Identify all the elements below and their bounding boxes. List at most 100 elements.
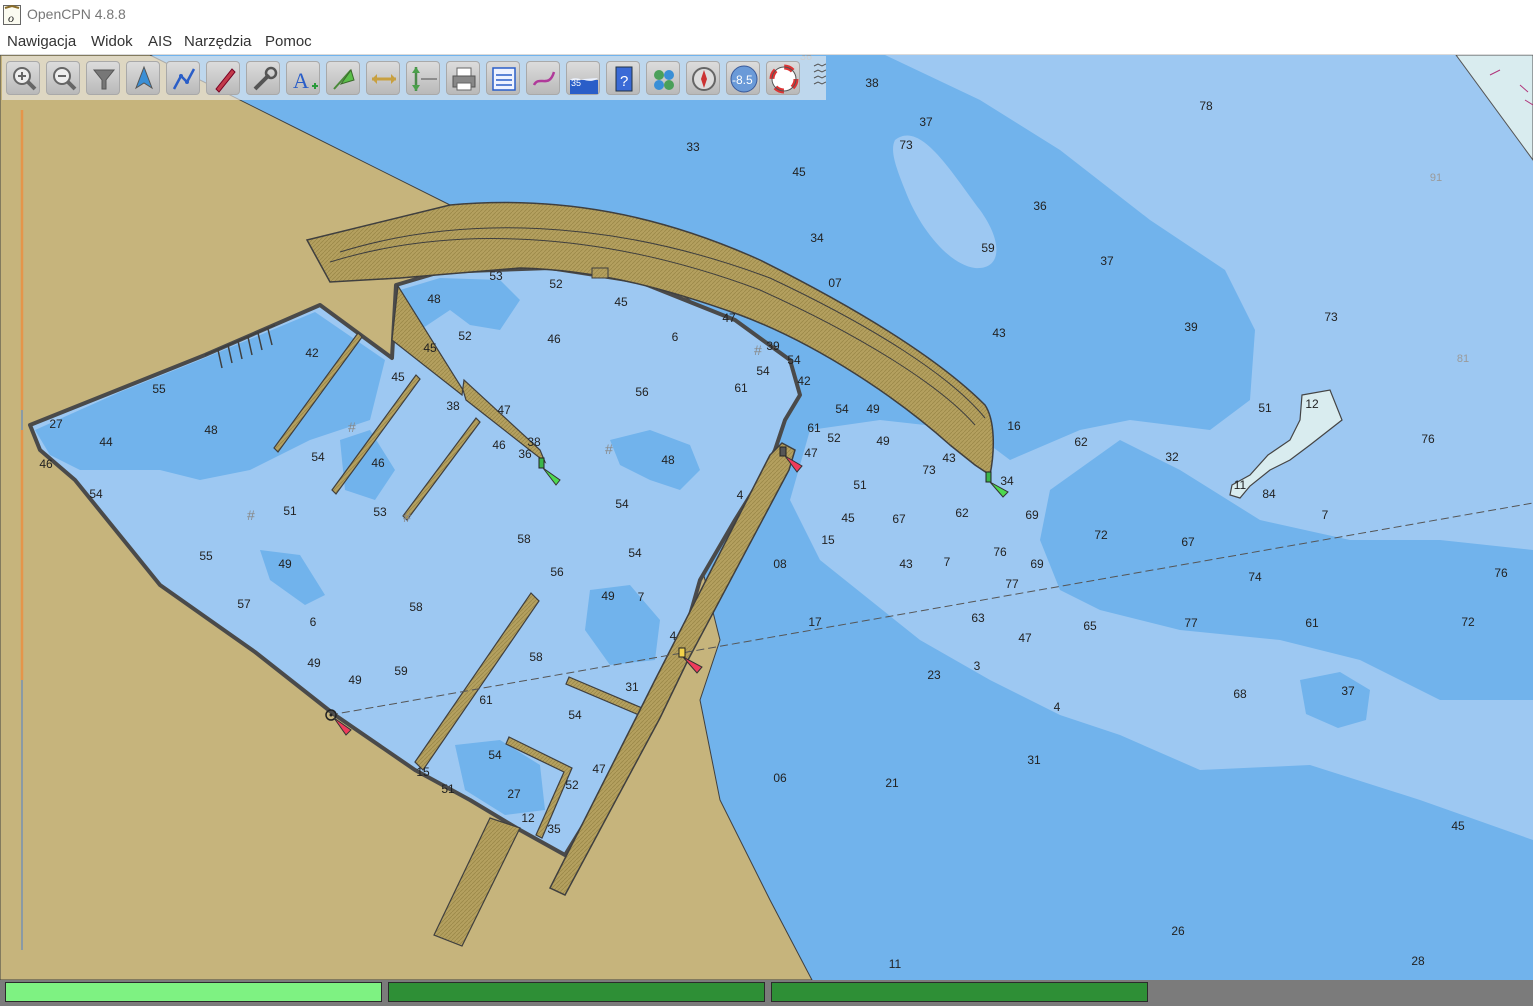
- auto-follow-button[interactable]: [206, 61, 240, 95]
- depth-sounding-117: 06: [773, 771, 787, 785]
- depth-sounding-77: 54: [628, 546, 642, 560]
- depth-sounding-36: 51: [1258, 401, 1272, 415]
- depth-sounding-78: 76: [993, 545, 1007, 559]
- depth-sounding-39: 48: [204, 423, 218, 437]
- depth-sounding-84: 56: [550, 565, 564, 579]
- ship-icon: [215, 68, 236, 93]
- help-book-icon: ?: [615, 66, 633, 92]
- depth-button[interactable]: 35: [566, 61, 600, 95]
- route-icon: [172, 68, 196, 90]
- depth-sounding-68: 69: [1025, 508, 1039, 522]
- depth-sounding-73: 58: [517, 532, 531, 546]
- depth-sounding-17: 39: [1184, 320, 1198, 334]
- status-field-2: [388, 982, 765, 1002]
- nautical-chart[interactable]: # # # # # 383733 7378453634593707535248 …: [0, 55, 1533, 980]
- depth-sounding-55: 46: [39, 457, 53, 471]
- layers-button[interactable]: [646, 61, 680, 95]
- depth-sounding-86: 74: [1248, 570, 1262, 584]
- chart-canvas[interactable]: # # # # # 38 37 33 73 78 45 36 34 59 37 …: [0, 55, 1533, 980]
- depth-sounding-30: 61: [734, 381, 748, 395]
- chart-quilt-button[interactable]: [86, 61, 120, 95]
- depth-sounding-23: 45: [423, 341, 437, 355]
- zoom-in-button[interactable]: [6, 61, 40, 95]
- toolbar-grip-icon[interactable]: [812, 62, 826, 92]
- route-manager-button[interactable]: [486, 61, 520, 95]
- depth-sounding-121: 27: [507, 787, 521, 801]
- compass-button[interactable]: [686, 61, 720, 95]
- depth-sounding-29: 55: [152, 382, 166, 396]
- depth-sounding-71: 67: [892, 512, 906, 526]
- svg-text:-8.5: -8.5: [732, 73, 753, 87]
- depth-sounding-75: 67: [1181, 535, 1195, 549]
- depth-sounding-48: 76: [1421, 432, 1435, 446]
- depth-sounding-16: 73: [1324, 310, 1338, 324]
- depth-sounding-57: 43: [942, 451, 956, 465]
- depth-sounding-105: 23: [927, 668, 941, 682]
- depth-sounding-98: 72: [1461, 615, 1475, 629]
- depth-sounding-32: 38: [446, 399, 460, 413]
- depth-sounding-6: 36: [1033, 199, 1047, 213]
- depth-sounding-54: 32: [1165, 450, 1179, 464]
- menu-bar: Nawigacja Widok AIS Narzędzia Pomoc: [0, 30, 1533, 55]
- lifebuoy-icon: [769, 64, 799, 94]
- depth-sounding-89: 7: [638, 590, 645, 604]
- svg-text:A: A: [293, 68, 309, 93]
- track-icon: [532, 71, 556, 86]
- depth-sounding-66: 53: [373, 505, 387, 519]
- status-field-3: [771, 982, 1148, 1002]
- depth-sounding-64: 54: [615, 497, 629, 511]
- center-boat-button[interactable]: [126, 61, 160, 95]
- menu-pomoc[interactable]: Pomoc: [265, 33, 312, 50]
- depth-sounding-90: 57: [237, 597, 251, 611]
- printer-icon: [452, 67, 476, 91]
- depth-sounding-116: 15: [416, 765, 430, 779]
- depth-sounding-21: 46: [547, 332, 561, 346]
- mob-button[interactable]: [766, 61, 800, 95]
- depth-sounding-96: 77: [1184, 616, 1198, 630]
- depth-sounding-92: 6: [310, 615, 317, 629]
- menu-widok[interactable]: Widok: [91, 33, 133, 50]
- depth-sounding-38: 27: [49, 417, 63, 431]
- depth-sounding-95: 65: [1083, 619, 1097, 633]
- tide-icon: [412, 67, 437, 91]
- depth-sounding-123: 45: [1451, 819, 1465, 833]
- depth-sounding-12: 52: [549, 277, 563, 291]
- svg-text:?: ?: [620, 73, 628, 90]
- create-route-button[interactable]: [166, 61, 200, 95]
- depth-sounding-51: 54: [311, 450, 325, 464]
- track-button[interactable]: [526, 61, 560, 95]
- depth-sounding-43: 44: [99, 435, 113, 449]
- layers-icon: [654, 70, 674, 90]
- menu-narzedzia[interactable]: Narzędzia: [184, 33, 252, 50]
- magnetic-variation-button[interactable]: -8.5: [726, 61, 760, 95]
- depth-badge: 35: [571, 78, 582, 88]
- tides-button[interactable]: [406, 61, 440, 95]
- depth-sounding-26: 54: [756, 364, 770, 378]
- ais-button[interactable]: [366, 61, 400, 95]
- depth-sounding-70: 45: [841, 511, 855, 525]
- depth-sounding-11: 53: [489, 269, 503, 283]
- help-button[interactable]: ?: [606, 61, 640, 95]
- menu-ais[interactable]: AIS: [148, 33, 172, 50]
- depth-sounding-120: 51: [441, 782, 455, 796]
- mark-button[interactable]: [326, 61, 360, 95]
- faded-sounding-1: 81: [1457, 353, 1469, 365]
- depth-sounding-13: 48: [427, 292, 441, 306]
- depth-sounding-87: 77: [1005, 577, 1019, 591]
- zoom-out-button[interactable]: [46, 61, 80, 95]
- depth-sounding-46: 49: [876, 434, 890, 448]
- depth-sounding-69: 7: [1322, 508, 1329, 522]
- depth-sounding-110: 61: [479, 693, 493, 707]
- depth-sounding-111: 4: [1054, 700, 1061, 714]
- depth-sounding-104: 59: [394, 664, 408, 678]
- depth-sounding-107: 31: [625, 680, 639, 694]
- depth-sounding-102: 3: [974, 659, 981, 673]
- depth-sounding-62: 84: [1262, 487, 1276, 501]
- depth-sounding-50: 47: [804, 446, 818, 460]
- print-button[interactable]: [446, 61, 480, 95]
- menu-nawigacja[interactable]: Nawigacja: [7, 33, 76, 50]
- text-button[interactable]: A: [286, 61, 320, 95]
- opencpn-logo-icon: o: [3, 5, 21, 25]
- settings-button[interactable]: [246, 61, 280, 95]
- depth-sounding-109: 68: [1233, 687, 1247, 701]
